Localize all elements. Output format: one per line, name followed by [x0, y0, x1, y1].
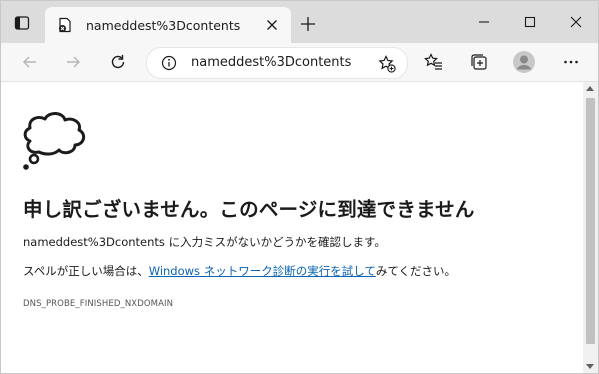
toolbar: nameddest%3Dcontents — [1, 43, 598, 82]
plus-icon[interactable] — [297, 13, 319, 35]
minimize-icon[interactable] — [472, 10, 496, 34]
info-icon[interactable] — [161, 55, 177, 71]
tab-title: nameddest%3Dcontents — [86, 17, 241, 33]
diagnostics-hint: スペルが正しい場合は、Windows ネットワーク診断の実行を試してみてください… — [23, 263, 456, 279]
typo-hint-text: nameddest%3Dcontents に入力ミスがないかどうかを確認します。 — [23, 235, 386, 249]
diagnostics-suffix-text: みてください。 — [375, 264, 457, 278]
scroll-down-icon[interactable] — [586, 364, 594, 369]
address-bar[interactable]: nameddest%3Dcontents — [146, 47, 408, 79]
error-page-icon — [57, 17, 73, 33]
star-plus-icon[interactable] — [377, 54, 397, 74]
more-icon[interactable] — [558, 49, 584, 75]
error-headline: 申し訳ございません。このページに到達できません — [23, 198, 475, 221]
network-diagnostics-link[interactable]: Windows ネットワーク診断の実行を試して — [149, 264, 376, 278]
scroll-thumb[interactable] — [586, 98, 595, 344]
back-arrow-icon[interactable] — [17, 49, 43, 75]
address-url[interactable]: nameddest%3Dcontents — [191, 48, 351, 78]
tab-actions-icon[interactable] — [7, 8, 37, 38]
thought-bubble-icon — [17, 108, 89, 172]
forward-arrow-icon[interactable] — [60, 49, 86, 75]
page-content: 申し訳ございません。このページに到達できません nameddest%3Dcont… — [1, 82, 583, 373]
close-icon[interactable] — [261, 14, 283, 36]
refresh-icon[interactable] — [105, 49, 131, 75]
scroll-up-icon[interactable] — [586, 86, 594, 91]
favorites-icon[interactable] — [421, 49, 447, 75]
browser-window: nameddest%3Dcontents nameddest%3Dcontent… — [0, 0, 599, 374]
diagnostics-prefix-text: スペルが正しい場合は、 — [23, 264, 149, 278]
collections-icon[interactable] — [466, 49, 492, 75]
avatar-icon[interactable] — [511, 49, 537, 75]
vertical-scrollbar[interactable] — [583, 82, 598, 373]
tab-active[interactable]: nameddest%3Dcontents — [45, 7, 291, 43]
error-code: DNS_PROBE_FINISHED_NXDOMAIN — [23, 299, 174, 309]
maximize-icon[interactable] — [518, 10, 542, 34]
window-close-icon[interactable] — [564, 10, 588, 34]
tab-strip: nameddest%3Dcontents — [1, 1, 598, 43]
